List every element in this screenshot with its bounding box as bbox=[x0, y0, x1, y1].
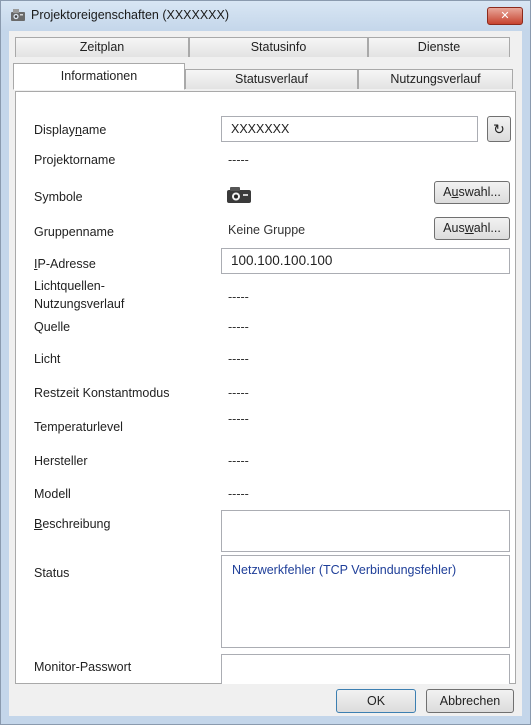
tab-informationen[interactable]: Informationen bbox=[13, 63, 185, 90]
projector-icon bbox=[227, 187, 251, 203]
restzeit-value: ----- bbox=[228, 386, 249, 400]
window-title: Projektoreigenschaften (XXXXXXX) bbox=[31, 8, 230, 22]
status-label: Status bbox=[34, 566, 70, 580]
modell-value: ----- bbox=[228, 487, 249, 501]
beschreibung-input[interactable] bbox=[221, 510, 510, 552]
hersteller-label: Hersteller bbox=[34, 454, 88, 468]
refresh-icon: ↻ bbox=[493, 121, 505, 137]
symbole-auswahl-button[interactable]: Auswahl... bbox=[434, 181, 510, 204]
tab-statusinfo[interactable]: Statusinfo bbox=[189, 37, 368, 57]
tab-dienste[interactable]: Dienste bbox=[368, 37, 510, 57]
status-box: Netzwerkfehler (TCP Verbindungsfehler) bbox=[221, 555, 510, 648]
temperaturlevel-label: Temperaturlevel bbox=[34, 420, 123, 434]
ok-button[interactable]: OK bbox=[336, 689, 416, 713]
licht-value: ----- bbox=[228, 352, 249, 366]
lichtquellen-value: ----- bbox=[228, 290, 249, 304]
licht-label: Licht bbox=[34, 352, 61, 366]
displayname-input[interactable]: XXXXXXX bbox=[221, 116, 478, 142]
close-icon: ✕ bbox=[500, 10, 510, 22]
quelle-label: Quelle bbox=[34, 320, 71, 334]
ip-adresse-label: IP-Adresse bbox=[34, 257, 96, 271]
quelle-value: ----- bbox=[228, 320, 249, 334]
tab-statusverlauf[interactable]: Statusverlauf bbox=[185, 69, 358, 89]
cancel-button[interactable]: Abbrechen bbox=[426, 689, 514, 713]
dialog-client-area: Zeitplan Statusinfo Dienste Informatione… bbox=[9, 31, 522, 716]
tab-row-front: Informationen Statusverlauf Nutzungsverl… bbox=[9, 63, 513, 90]
refresh-button[interactable]: ↻ bbox=[487, 116, 511, 142]
tab-row-back: Zeitplan Statusinfo Dienste bbox=[9, 37, 510, 57]
temperaturlevel-value: ----- bbox=[228, 412, 249, 426]
lichtquellen-label: Lichtquellen- Nutzungsverlauf bbox=[34, 279, 125, 311]
title-bar[interactable]: Projektoreigenschaften (XXXXXXX) ✕ bbox=[1, 1, 530, 31]
gruppenname-label: Gruppenname bbox=[34, 225, 114, 239]
modell-label: Modell bbox=[34, 487, 71, 501]
status-message: Netzwerkfehler (TCP Verbindungsfehler) bbox=[232, 563, 457, 577]
monitor-passwort-label: Monitor-Passwort bbox=[34, 660, 132, 674]
projektorname-label: Projektorname bbox=[34, 153, 116, 167]
beschreibung-label: Beschreibung bbox=[34, 517, 111, 531]
tab-zeitplan[interactable]: Zeitplan bbox=[15, 37, 189, 57]
gruppenname-value: Keine Gruppe bbox=[228, 223, 306, 237]
symbole-label: Symbole bbox=[34, 190, 83, 204]
gruppenname-auswahl-button[interactable]: Auswahl... bbox=[434, 217, 510, 240]
properties-window: Projektoreigenschaften (XXXXXXX) ✕ Zeitp… bbox=[0, 0, 531, 725]
monitor-passwort-input[interactable] bbox=[221, 654, 510, 684]
hersteller-value: ----- bbox=[228, 454, 249, 468]
ip-adresse-input[interactable]: 100.100.100.100 bbox=[221, 248, 510, 274]
restzeit-label: Restzeit Konstantmodus bbox=[34, 386, 170, 400]
informationen-panel: Displayname XXXXXXX ↻ Projektorname ----… bbox=[15, 91, 516, 684]
projektorname-value: ----- bbox=[228, 153, 249, 167]
tab-nutzungsverlauf[interactable]: Nutzungsverlauf bbox=[358, 69, 513, 89]
projector-app-icon bbox=[11, 9, 25, 21]
close-button[interactable]: ✕ bbox=[487, 7, 523, 25]
displayname-label: Displayname bbox=[34, 123, 107, 137]
